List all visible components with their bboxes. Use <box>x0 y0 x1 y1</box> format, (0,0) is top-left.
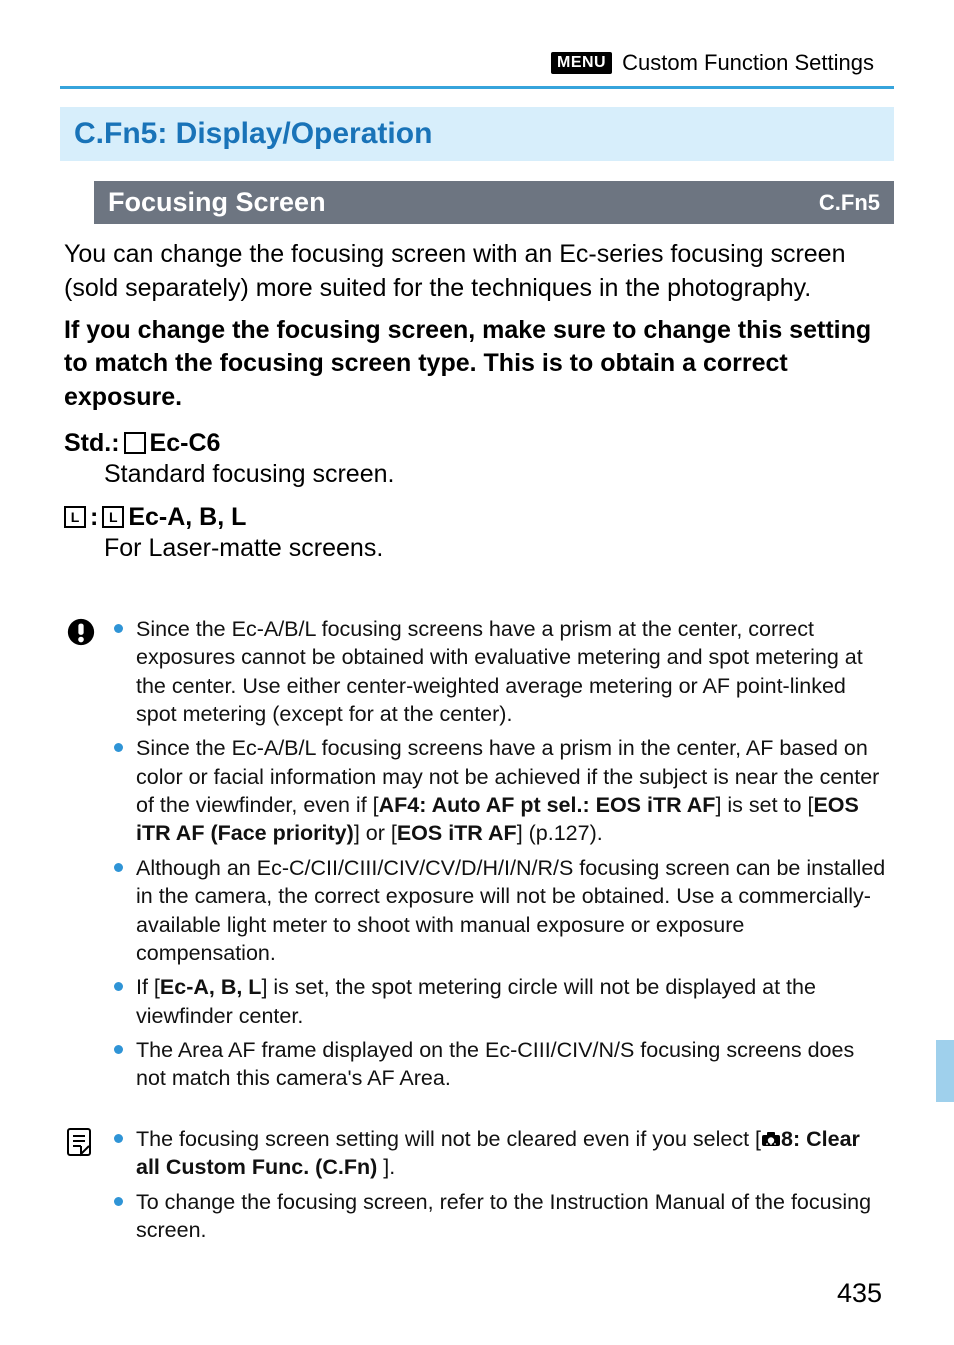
option-a-prefix: Std.: <box>64 429 120 458</box>
caution-item: If [Ec-A, B, L] is set, the spot meterin… <box>112 973 888 1030</box>
info-1-pre: The focusing screen setting will not be … <box>136 1127 761 1151</box>
caution-item: Since the Ec-A/B/L focusing screens have… <box>112 734 888 848</box>
option-a-description: Standard focusing screen. <box>104 460 890 489</box>
option-a-label: Ec-C6 <box>150 429 221 458</box>
caution-item: The Area AF frame displayed on the Ec-CI… <box>112 1036 888 1093</box>
option-b-label: Ec-A, B, L <box>128 503 246 532</box>
caution-list: Since the Ec-A/B/L focusing screens have… <box>112 615 888 1093</box>
intro-paragraph-2-bold: If you change the focusing screen, make … <box>64 314 890 415</box>
option-b-separator: : <box>90 503 98 532</box>
option-b-title: L : L Ec-A, B, L <box>64 503 890 532</box>
breadcrumb-text: Custom Function Settings <box>622 50 874 76</box>
caution-icon <box>66 617 96 647</box>
menu-icon: MENU <box>551 52 612 74</box>
subsection-title: Focusing Screen <box>94 181 805 224</box>
caution-item: Since the Ec-A/B/L focusing screens have… <box>112 615 888 729</box>
screen-glyph-icon <box>124 432 146 454</box>
option-a-title: Std.: Ec-C6 <box>64 429 890 458</box>
subsection-header: Focusing Screen C.Fn5 <box>60 181 894 224</box>
note-page-icon <box>66 1127 92 1157</box>
subsection-code: C.Fn5 <box>805 181 894 224</box>
info-item-1: The focusing screen setting will not be … <box>112 1125 888 1182</box>
info-list: The focusing screen setting will not be … <box>112 1125 888 1245</box>
info-1-post: ]. <box>383 1155 395 1179</box>
screen-glyph-l-icon: L <box>64 506 86 528</box>
intro-paragraph-1: You can change the focusing screen with … <box>64 238 890 306</box>
info-block: The focusing screen setting will not be … <box>60 1125 894 1251</box>
caution-block: Since the Ec-A/B/L focusing screens have… <box>60 615 894 1099</box>
header-breadcrumb: MENU Custom Function Settings <box>60 50 894 76</box>
camera-menu-icon <box>761 1131 781 1147</box>
info-item-2: To change the focusing screen, refer to … <box>112 1188 888 1245</box>
section-side-tab <box>936 1040 954 1102</box>
header-divider <box>60 86 894 89</box>
page-number: 435 <box>837 1278 882 1309</box>
section-title: C.Fn5: Display/Operation <box>60 107 894 161</box>
option-b-description: For Laser-matte screens. <box>104 534 890 563</box>
subsection-indent <box>60 181 94 224</box>
screen-glyph-l2-icon: L <box>102 506 124 528</box>
manual-page: MENU Custom Function Settings C.Fn5: Dis… <box>0 0 954 1345</box>
caution-item: Although an Ec-C/CII/CIII/CIV/CV/D/H/I/N… <box>112 854 888 968</box>
